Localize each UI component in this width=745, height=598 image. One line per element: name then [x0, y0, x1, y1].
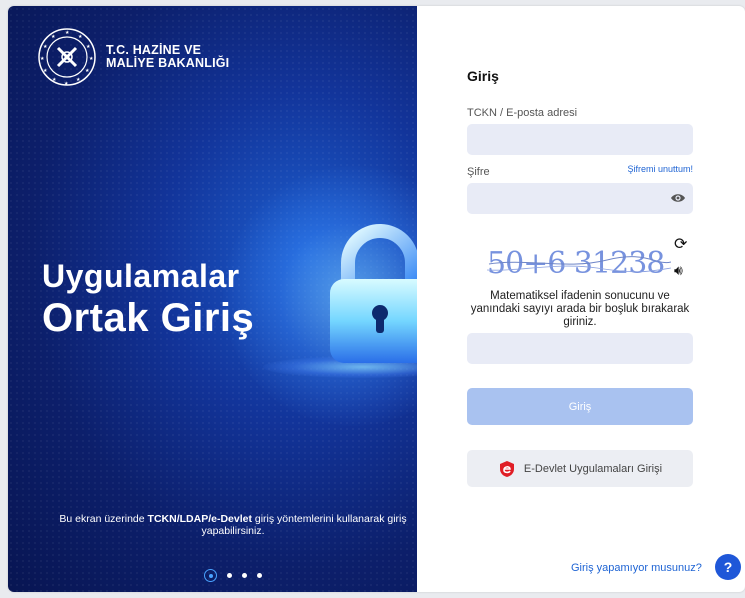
svg-text:★: ★: [51, 34, 56, 40]
help-link[interactable]: Giriş yapamıyor musunuz?: [571, 562, 702, 574]
svg-text:★: ★: [89, 56, 94, 62]
password-input[interactable]: [467, 183, 693, 214]
hero-description-prefix: Bu ekran üzerinde: [59, 513, 148, 525]
eye-icon[interactable]: [670, 192, 686, 204]
svg-text:★: ★: [43, 44, 48, 50]
ministry-logo[interactable]: ★ ★ ★ ★ ★ ★ ★ ★ ★ ★ ★ ★ T.C. HAZİNE VE MALİYE BA…: [36, 26, 229, 88]
audio-icon[interactable]: 🔊︎: [674, 262, 683, 279]
carousel-dot-1[interactable]: [204, 569, 217, 582]
svg-text:★: ★: [65, 30, 70, 36]
svg-text:★: ★: [86, 44, 91, 50]
edevlet-logo-icon: [499, 460, 514, 477]
hero-title-line1: Uygulamalar: [42, 258, 240, 294]
hero-title-line2: Ortak Giriş: [42, 296, 255, 340]
edevlet-login-label: E-Devlet Uygulamaları Girişi: [523, 462, 663, 475]
captcha-text: 50+6 31238: [487, 246, 664, 281]
carousel-indicators: [204, 569, 262, 582]
form-title: Giriş: [467, 68, 499, 84]
ministry-name-line2: MALİYE BAKANLIĞI: [106, 56, 230, 70]
hero-panel: ★ ★ ★ ★ ★ ★ ★ ★ ★ ★ ★ ★ T.C. HAZİNE VE MALİYE BA…: [8, 6, 417, 592]
help-icon[interactable]: ?: [715, 554, 741, 580]
carousel-dot-3[interactable]: [242, 573, 247, 578]
captcha-input[interactable]: [467, 333, 693, 364]
carousel-dot-4[interactable]: [257, 573, 262, 578]
lock-illustration-icon: [330, 224, 417, 363]
svg-text:★: ★: [85, 68, 90, 74]
ministry-name: T.C. HAZİNE VE MALİYE BAKANLIĞI: [106, 44, 229, 70]
captcha-image: 50+6 31238: [486, 242, 672, 282]
captcha-hint: Matematiksel ifadenin sonucunu ve yanınd…: [470, 290, 690, 328]
svg-text:★: ★: [40, 56, 45, 62]
svg-text:★: ★: [64, 81, 69, 87]
username-input[interactable]: [467, 124, 693, 155]
captcha-noise: 50+6 31238: [486, 246, 672, 281]
edevlet-login-button[interactable]: E-Devlet Uygulamaları Girişi: [467, 450, 693, 487]
password-label: Şifre: [467, 166, 490, 178]
login-window: ★ ★ ★ ★ ★ ★ ★ ★ ★ ★ ★ ★ T.C. HAZİNE VE MALİYE BA…: [8, 6, 745, 592]
username-label: TCKN / E-posta adresi: [467, 107, 578, 119]
refresh-icon[interactable]: ⟳: [674, 234, 687, 254]
login-form: Giriş TCKN / E-posta adresi Şifre Şifrem…: [417, 6, 745, 592]
hero-description-methods: TCKN/LDAP/e-Devlet: [147, 513, 252, 525]
svg-text:★: ★: [78, 34, 83, 40]
forgot-password-link[interactable]: Şifremi unuttum!: [627, 164, 693, 174]
svg-text:★: ★: [43, 68, 48, 74]
svg-text:★: ★: [76, 77, 81, 83]
ministry-emblem-icon: ★★★ ★★★ ★★★ ★★★: [38, 28, 96, 87]
svg-text:★: ★: [52, 77, 57, 83]
carousel-dot-2[interactable]: [227, 573, 232, 578]
hero-description: Bu ekran üzerinde TCKN/LDAP/e-Devlet gir…: [48, 513, 417, 537]
login-button[interactable]: Giriş: [467, 388, 693, 425]
